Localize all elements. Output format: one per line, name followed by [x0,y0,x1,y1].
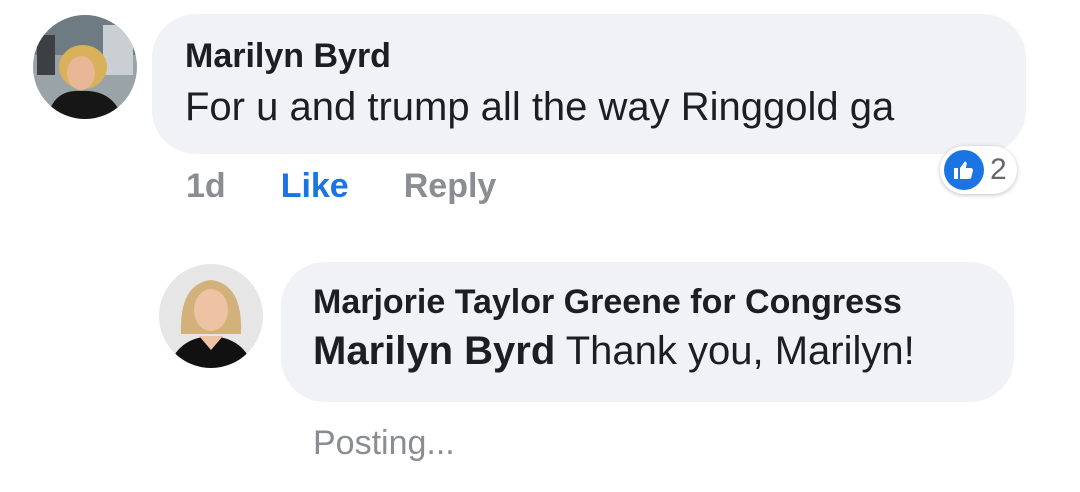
profile-photo-icon [33,15,137,119]
posting-status: Posting... [313,424,455,462]
reply-mention[interactable]: Marilyn Byrd [313,329,555,373]
reply-author[interactable]: Marjorie Taylor Greene for Congress [313,282,1014,322]
reply-text: Thank you, Marilyn! [555,329,915,373]
reaction-count: 2 [990,153,1007,186]
reaction-summary[interactable]: 2 [940,146,1017,194]
comment-thread: Marilyn Byrd For u and trump all the way… [0,0,1080,492]
reply-button[interactable]: Reply [404,167,497,206]
avatar-marilyn-byrd[interactable] [33,15,137,119]
profile-photo-icon [159,264,263,368]
comment-actions: 1d Like Reply [186,166,496,206]
avatar-marjorie-taylor-greene[interactable] [159,264,263,368]
reply-bubble: Marjorie Taylor Greene for Congress Mari… [281,262,1014,402]
like-button[interactable]: Like [281,167,349,206]
comment-author[interactable]: Marilyn Byrd [185,36,1026,76]
comment-bubble: Marilyn Byrd For u and trump all the way… [152,14,1026,154]
comment-timestamp[interactable]: 1d [186,167,226,206]
reply-text-line: Marilyn Byrd Thank you, Marilyn! [313,328,1014,374]
thumbs-up-icon [944,150,984,190]
comment-text: For u and trump all the way Ringgold ga [185,85,895,129]
